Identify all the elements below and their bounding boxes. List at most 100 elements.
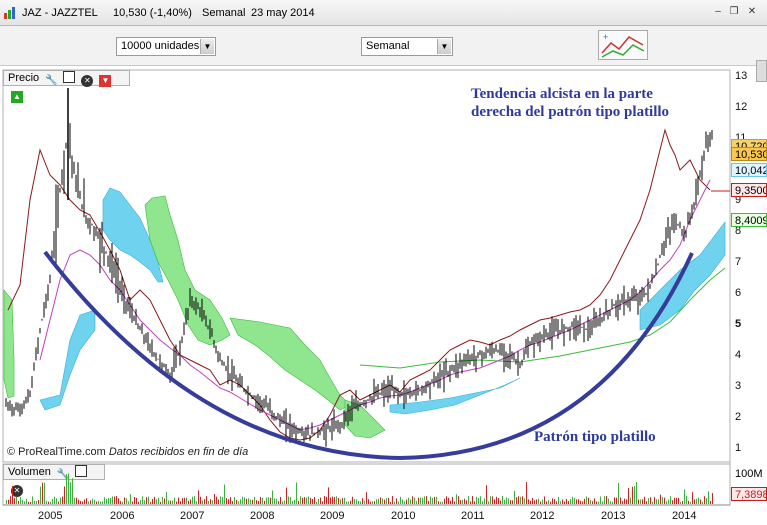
volume-bar: [528, 499, 529, 504]
wrench-icon[interactable]: 🔧: [57, 469, 69, 481]
volume-bar: [100, 501, 101, 504]
volume-bar: [386, 498, 387, 504]
volume-bar: [468, 496, 469, 504]
wrench-icon[interactable]: 🔧: [45, 75, 57, 87]
volume-bar: [590, 500, 591, 504]
volume-bar: [614, 497, 615, 504]
volume-bar: [630, 497, 631, 504]
volume-bar: [522, 496, 523, 504]
volume-bar: [352, 496, 353, 504]
volume-bar: [696, 498, 697, 504]
volume-bar: [226, 498, 227, 504]
volume-bar: [574, 497, 575, 504]
maximize-icon[interactable]: [63, 71, 76, 83]
cloud-cyan-2005: [39, 309, 96, 411]
volume-bar: [684, 489, 685, 504]
volume-bar: [306, 497, 307, 504]
units-select-value: 10000 unidades: [121, 40, 200, 52]
cloud-green-2004: [3, 289, 15, 399]
close-button[interactable]: ✕: [746, 6, 758, 18]
volume-bar: [434, 496, 435, 504]
volume-bar: [162, 496, 163, 504]
volume-bar: [192, 496, 193, 504]
volume-bar: [190, 499, 191, 504]
volume-bar: [636, 482, 637, 504]
close-icon[interactable]: ✕: [81, 75, 94, 87]
volume-bar: [130, 494, 131, 504]
move-down-icon[interactable]: ▼: [99, 75, 112, 87]
volume-bar: [52, 499, 53, 504]
volume-bar: [202, 500, 203, 504]
move-up-icon[interactable]: ▲: [11, 91, 23, 103]
volume-bar: [366, 492, 367, 504]
volume-bar: [384, 499, 385, 504]
volume-bar: [536, 499, 537, 504]
volume-bar: [142, 496, 143, 504]
data-note: Datos recibidos en fin de día: [108, 446, 249, 458]
volume-bar: [408, 497, 409, 504]
period-select[interactable]: Semanal ▼: [361, 37, 453, 56]
volume-bar: [674, 497, 675, 504]
volume-bar: [586, 496, 587, 504]
chevron-down-icon: ▼: [200, 39, 214, 54]
volume-bar: [512, 500, 513, 504]
volume-bar: [6, 500, 7, 504]
y-tick-label: 6: [735, 287, 742, 299]
volume-bar: [232, 501, 233, 504]
volume-bar: [188, 500, 189, 504]
volume-bar: [612, 501, 613, 504]
volume-bar: [414, 497, 415, 504]
volume-bar: [236, 499, 237, 504]
volume-bar: [360, 501, 361, 504]
volume-bar: [340, 499, 341, 504]
volume-bar: [580, 500, 581, 504]
volume-bar: [642, 499, 643, 504]
chart-style-button[interactable]: +: [598, 30, 648, 60]
close-icon[interactable]: ✕: [11, 485, 23, 497]
volume-bar: [330, 497, 331, 504]
minimize-button[interactable]: –: [712, 6, 724, 18]
units-select[interactable]: 10000 unidades ▼: [116, 37, 216, 56]
volume-bar: [482, 501, 483, 504]
volume-bar: [492, 496, 493, 504]
volume-panel-header: Volumen 🔧 ✕: [3, 464, 105, 497]
volume-bar: [172, 500, 173, 504]
volume-bar: [118, 498, 119, 504]
volume-bar: [312, 498, 313, 504]
volume-bar: [638, 499, 639, 504]
volume-bar: [92, 498, 93, 504]
volume-bar: [200, 496, 201, 504]
volume-bar: [54, 496, 55, 504]
side-panel-toggle[interactable]: [756, 60, 767, 82]
volume-bar: [456, 494, 457, 504]
volume-bar: [606, 496, 607, 504]
cloud-green-2008: [229, 317, 351, 411]
volume-bar: [562, 499, 563, 504]
volume-y-tick: 100M: [735, 468, 763, 480]
volume-bar: [600, 496, 601, 504]
annotation-top-line1: Tendencia alcista en la parte: [471, 86, 653, 102]
volume-bar: [534, 500, 535, 504]
volume-bar: [332, 496, 333, 504]
app-icon: [4, 7, 16, 19]
volume-bar: [458, 496, 459, 504]
restore-button[interactable]: ❐: [728, 6, 740, 18]
volume-bar: [152, 498, 153, 504]
volume-bar: [420, 497, 421, 504]
volume-bar: [548, 500, 549, 504]
volume-bar: [650, 497, 651, 504]
period-label: Semanal: [202, 7, 246, 19]
volume-bar: [404, 501, 405, 504]
volume-bar: [568, 500, 569, 504]
volume-bar: [42, 482, 43, 504]
annotation-bottom: Patrón tipo platillo: [534, 429, 656, 445]
volume-bar: [240, 499, 241, 504]
volume-bar: [76, 497, 77, 504]
y-tick-label: 4: [735, 349, 742, 361]
volume-bar: [506, 497, 507, 504]
volume-bar: [38, 500, 39, 504]
maximize-icon[interactable]: [74, 465, 87, 477]
copyright-text: © ProRealTime.com: [7, 446, 106, 458]
volume-bar: [222, 496, 223, 504]
volume-bar: [608, 498, 609, 504]
